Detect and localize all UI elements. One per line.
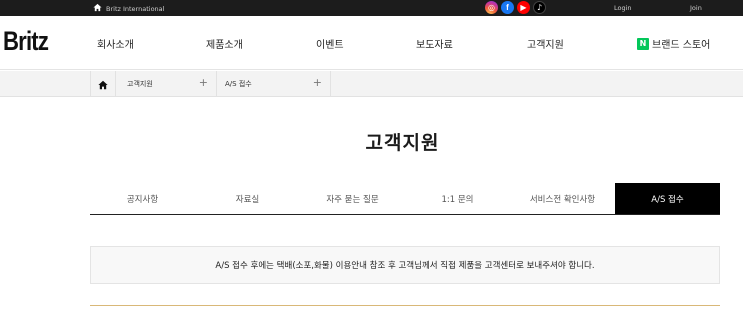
nav-brand-store[interactable]: N 브랜드 스토어 <box>637 36 710 51</box>
tab-downloads[interactable]: 자료실 <box>195 183 300 214</box>
breadcrumb-support[interactable]: 고객지원 + <box>116 71 217 97</box>
main-header: Britz 회사소개 제품소개 이벤트 보도자료 고객지원 N 브랜드 스토어 <box>0 16 743 70</box>
home-icon <box>93 3 102 14</box>
tab-pre-service-check[interactable]: 서비스전 확인사항 <box>510 183 615 214</box>
breadcrumb: 고객지원 + A/S 접수 + <box>0 71 743 97</box>
instagram-icon[interactable]: ◎ <box>485 1 498 14</box>
breadcrumb-as[interactable]: A/S 접수 + <box>217 71 331 97</box>
tab-notice[interactable]: 공지사항 <box>90 183 195 214</box>
top-utility-bar: Britz International ◎ f ▶ ♪ Login Join <box>0 0 743 16</box>
britz-logo[interactable]: Britz <box>3 26 49 57</box>
britz-international-label: Britz International <box>106 4 165 13</box>
login-link[interactable]: Login <box>614 4 632 12</box>
brand-store-label: 브랜드 스토어 <box>652 40 711 51</box>
as-notice-text: A/S 접수 후에는 택배(소포,화물) 이용안내 참조 후 고객님께서 직접 … <box>215 261 595 271</box>
naver-icon: N <box>637 37 649 50</box>
page-title: 고객지원 <box>365 132 440 154</box>
tiktok-icon[interactable]: ♪ <box>533 1 546 14</box>
nav-press[interactable]: 보도자료 <box>416 36 453 51</box>
tab-faq[interactable]: 자주 묻는 질문 <box>300 183 405 214</box>
nav-products[interactable]: 제품소개 <box>206 36 243 51</box>
join-link[interactable]: Join <box>690 4 702 12</box>
social-links: ◎ f ▶ ♪ <box>485 1 546 14</box>
home-icon <box>98 75 108 94</box>
breadcrumb-as-label: A/S 접수 <box>225 80 252 88</box>
youtube-icon[interactable]: ▶ <box>517 1 530 14</box>
nav-events[interactable]: 이벤트 <box>316 36 344 51</box>
as-notice-box: A/S 접수 후에는 택배(소포,화물) 이용안내 참조 후 고객님께서 직접 … <box>90 246 720 284</box>
support-tabs: 공지사항 자료실 자주 묻는 질문 1:1 문의 서비스전 확인사항 A/S 접… <box>90 183 720 215</box>
tab-as-request[interactable]: A/S 접수 <box>615 183 720 214</box>
breadcrumb-support-label: 고객지원 <box>127 80 153 88</box>
tab-inquiry[interactable]: 1:1 문의 <box>405 183 510 214</box>
britz-international-link[interactable]: Britz International <box>93 3 164 14</box>
nav-support[interactable]: 고객지원 <box>527 36 564 51</box>
plus-icon: + <box>198 76 208 89</box>
breadcrumb-home[interactable] <box>90 71 116 97</box>
plus-icon: + <box>312 76 322 89</box>
facebook-icon[interactable]: f <box>501 1 514 14</box>
nav-company[interactable]: 회사소개 <box>97 36 134 51</box>
section-divider <box>90 305 720 306</box>
